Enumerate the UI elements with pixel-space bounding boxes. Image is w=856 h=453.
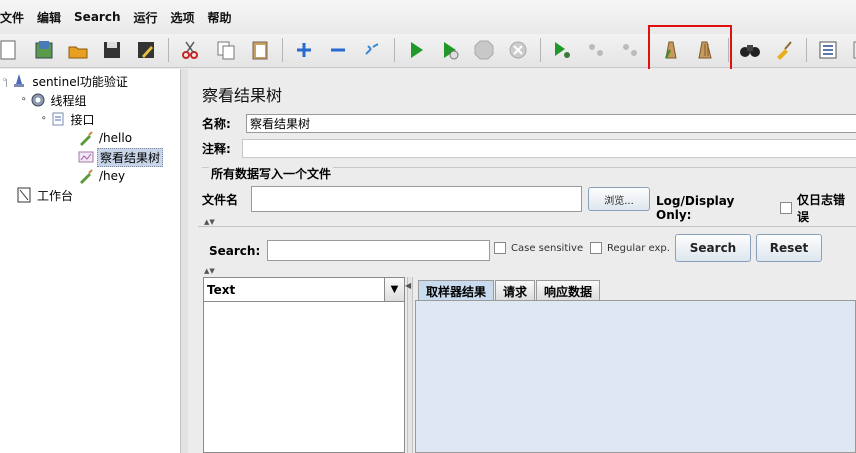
menu-edit[interactable]: 编辑 bbox=[37, 9, 61, 26]
browse-button[interactable]: 浏览... bbox=[588, 187, 650, 211]
menu-run[interactable]: 运行 bbox=[133, 9, 157, 26]
search-button[interactable]: Search bbox=[675, 234, 751, 262]
regular-exp-checkbox[interactable] bbox=[590, 242, 602, 254]
name-row: 名称: 察看结果树 bbox=[202, 114, 856, 133]
tree-label-sampler-hello: /hello bbox=[99, 131, 133, 145]
menu-search[interactable]: Search bbox=[74, 10, 120, 24]
tree-node-sampler-hey[interactable]: /hey bbox=[78, 167, 127, 185]
tree-node-listener[interactable]: 察看结果树 bbox=[78, 147, 164, 167]
results-tree-panel: 察看结果树 名称: 察看结果树 注释: 所有数据写入一个文件 文件名 浏览...… bbox=[189, 69, 856, 453]
remote-stop-icon[interactable] bbox=[582, 36, 610, 64]
tree-node-sampler-hello[interactable]: /hello bbox=[78, 129, 134, 147]
renderer-selected: Text bbox=[207, 282, 236, 297]
toggle-icon[interactable]: ⚬ bbox=[40, 114, 48, 124]
comment-field[interactable] bbox=[242, 139, 856, 158]
controller-icon bbox=[50, 111, 66, 127]
splitter-arrows[interactable]: ▲▼ bbox=[204, 267, 215, 275]
toggle-icon[interactable]: ◦ bbox=[2, 76, 7, 86]
tree-node-root[interactable]: ◦ sentinel功能验证 bbox=[2, 72, 130, 90]
chevron-down-icon[interactable]: ▼ bbox=[384, 278, 404, 301]
tab-response-data[interactable]: 响应数据 bbox=[536, 280, 601, 301]
highlight-box bbox=[648, 25, 732, 73]
cut-icon[interactable] bbox=[176, 36, 204, 64]
filename-label: 文件名 bbox=[202, 192, 239, 207]
case-sensitive-label: Case sensitive bbox=[511, 242, 584, 254]
filename-input[interactable] bbox=[251, 186, 582, 212]
comment-row: 注释: bbox=[202, 139, 856, 158]
log-display-label: Log/Display Only: bbox=[656, 194, 735, 222]
page-title: 察看结果树 bbox=[202, 86, 283, 105]
tree-label-controller: 接口 bbox=[70, 112, 95, 127]
remote-start-icon[interactable] bbox=[548, 36, 576, 64]
tree-splitter[interactable] bbox=[180, 69, 188, 453]
tree-label-listener: 察看结果树 bbox=[97, 147, 164, 167]
renderer-select[interactable]: Text ▼ bbox=[204, 278, 404, 302]
shutdown-icon[interactable] bbox=[504, 36, 532, 64]
toggle-icon[interactable] bbox=[358, 36, 386, 64]
tree-label-thread-group: 线程组 bbox=[50, 93, 87, 108]
collapse-icon[interactable] bbox=[324, 36, 352, 64]
splitter-arrows[interactable]: ▲▼ bbox=[204, 218, 215, 226]
tree-node-thread-group[interactable]: ⚬ 线程组 bbox=[20, 91, 89, 109]
regular-exp-row: Regular exp. bbox=[590, 242, 670, 254]
help-icon[interactable] bbox=[848, 36, 856, 64]
save-icon[interactable] bbox=[98, 36, 126, 64]
case-sensitive-row: Case sensitive bbox=[494, 242, 583, 254]
search-icon[interactable] bbox=[736, 36, 764, 64]
tree-label-root: sentinel功能验证 bbox=[32, 74, 128, 89]
regular-exp-label: Regular exp. bbox=[607, 242, 670, 254]
function-helper-icon[interactable] bbox=[814, 36, 842, 64]
menu-options[interactable]: 选项 bbox=[171, 9, 195, 26]
toggle-icon[interactable]: ⚬ bbox=[20, 95, 28, 105]
name-field[interactable]: 察看结果树 bbox=[246, 114, 856, 133]
case-sensitive-checkbox[interactable] bbox=[494, 242, 506, 254]
result-tabs: 取样器结果 请求 响应数据 bbox=[418, 280, 601, 301]
vertical-splitter[interactable] bbox=[407, 277, 413, 453]
menu-help[interactable]: 帮助 bbox=[208, 9, 232, 26]
gear-icon bbox=[30, 92, 46, 108]
tab-content bbox=[415, 300, 856, 453]
search-input[interactable] bbox=[267, 240, 491, 261]
listener-icon bbox=[78, 149, 94, 165]
templates-icon[interactable] bbox=[30, 36, 58, 64]
test-plan-tree: ◦ sentinel功能验证 ⚬ 线程组 ⚬ 接口 /hello 察看结果树 /… bbox=[0, 69, 180, 453]
menu-file[interactable]: 文件 bbox=[0, 9, 24, 26]
comment-label: 注释: bbox=[202, 142, 231, 156]
save-as-icon[interactable] bbox=[132, 36, 160, 64]
new-icon[interactable] bbox=[0, 36, 22, 64]
workbench-icon bbox=[16, 187, 32, 203]
start-icon[interactable] bbox=[402, 36, 430, 64]
filename-row: 文件名 bbox=[202, 186, 582, 212]
search-label: Search: bbox=[209, 243, 261, 258]
sampler-icon bbox=[78, 168, 94, 184]
splitter-left-arrow[interactable]: ◀ bbox=[405, 281, 411, 290]
errors-only-label: 仅日志错误 bbox=[796, 193, 845, 224]
sampler-icon bbox=[78, 130, 94, 146]
reset-search-icon[interactable] bbox=[770, 36, 798, 64]
log-display-row: Log/Display Only: 仅日志错误 bbox=[656, 191, 856, 225]
stop-icon[interactable] bbox=[470, 36, 498, 64]
open-icon[interactable] bbox=[64, 36, 92, 64]
paste-icon[interactable] bbox=[246, 36, 274, 64]
tab-request[interactable]: 请求 bbox=[495, 280, 536, 301]
name-label: 名称: bbox=[202, 117, 231, 131]
start-no-pause-icon[interactable] bbox=[436, 36, 464, 64]
tree-label-sampler-hey: /hey bbox=[99, 169, 126, 183]
search-row: Search: bbox=[209, 240, 491, 261]
test-plan-icon bbox=[11, 73, 27, 89]
remote-shutdown-icon[interactable] bbox=[616, 36, 644, 64]
renderer-panel: Text ▼ bbox=[203, 277, 405, 453]
tree-node-controller[interactable]: ⚬ 接口 bbox=[40, 110, 97, 128]
tree-node-workbench[interactable]: 工作台 bbox=[16, 186, 75, 204]
tab-sampler-result[interactable]: 取样器结果 bbox=[418, 280, 495, 301]
copy-icon[interactable] bbox=[212, 36, 240, 64]
file-section-title: 所有数据写入一个文件 bbox=[209, 165, 334, 182]
errors-only-checkbox[interactable] bbox=[780, 202, 792, 214]
reset-button[interactable]: Reset bbox=[756, 234, 822, 262]
tree-label-workbench: 工作台 bbox=[37, 188, 74, 203]
expand-icon[interactable] bbox=[290, 36, 318, 64]
